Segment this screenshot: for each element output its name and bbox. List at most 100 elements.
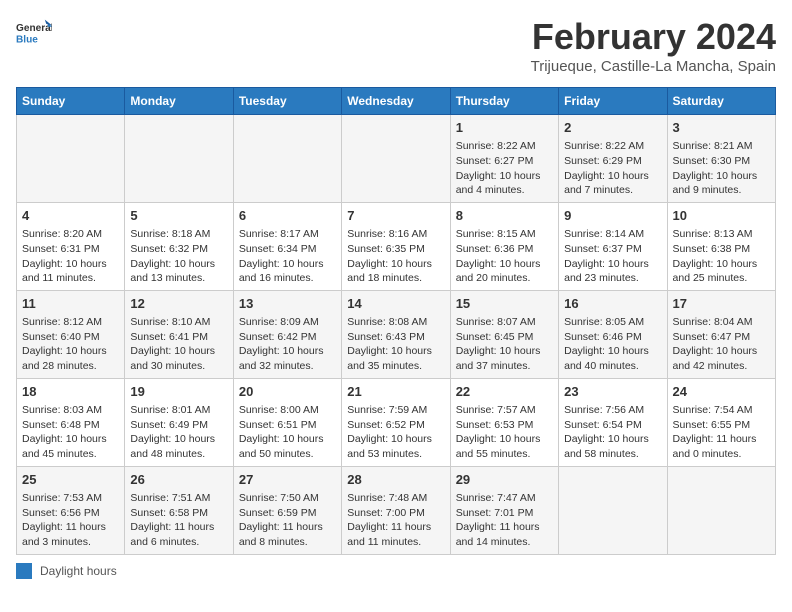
day-info: Sunrise: 8:00 AMSunset: 6:51 PMDaylight:… (239, 403, 336, 462)
day-number: 26 (130, 471, 227, 489)
calendar-cell: 12Sunrise: 8:10 AMSunset: 6:41 PMDayligh… (125, 290, 233, 378)
calendar-cell (342, 115, 450, 203)
calendar-cell: 18 Sunrise: 8:03 AMSunset: 6:48 PMDayligh… (17, 378, 125, 466)
column-header-saturday: Saturday (667, 88, 775, 115)
calendar-cell: 2 Sunrise: 8:22 AMSunset: 6:29 PMDaylight… (559, 115, 667, 203)
day-info: Sunrise: 7:51 AMSunset: 6:58 PMDaylight:… (130, 491, 227, 550)
day-number: 18 (22, 383, 119, 401)
day-info: Sunrise: 8:22 AMSunset: 6:27 PMDaylight:… (456, 139, 553, 198)
title-area: February 2024 Trijueque, Castille-La Man… (531, 16, 776, 75)
calendar-cell: 19 Sunrise: 8:01 AMSunset: 6:49 PMDayligh… (125, 378, 233, 466)
day-info: Sunrise: 7:48 AMSunset: 7:00 PMDaylight:… (347, 491, 444, 550)
day-info: Sunrise: 8:18 AMSunset: 6:32 PMDaylight:… (130, 227, 227, 286)
day-info: Sunrise: 7:54 AMSunset: 6:55 PMDaylight:… (673, 403, 770, 462)
calendar-cell: 9Sunrise: 8:14 AMSunset: 6:37 PMDaylight… (559, 202, 667, 290)
day-info: Sunrise: 7:56 AMSunset: 6:54 PMDaylight:… (564, 403, 661, 462)
day-number: 1 (456, 119, 553, 137)
logo: General Blue (16, 16, 52, 52)
column-header-wednesday: Wednesday (342, 88, 450, 115)
column-header-tuesday: Tuesday (233, 88, 341, 115)
svg-text:Blue: Blue (16, 35, 38, 46)
day-info: Sunrise: 8:20 AMSunset: 6:31 PMDaylight:… (22, 227, 119, 286)
logo-bird-icon: General Blue (16, 16, 52, 52)
calendar-cell: 14 Sunrise: 8:08 AMSunset: 6:43 PMDayligh… (342, 290, 450, 378)
day-number: 4 (22, 207, 119, 225)
calendar-cell (17, 115, 125, 203)
svg-text:General: General (16, 23, 52, 34)
calendar-cell: 25 Sunrise: 7:53 AMSunset: 6:56 PMDayligh… (17, 466, 125, 554)
calendar-cell: 26 Sunrise: 7:51 AMSunset: 6:58 PMDayligh… (125, 466, 233, 554)
day-info: Sunrise: 8:05 AMSunset: 6:46 PMDaylight:… (564, 315, 661, 374)
day-number: 29 (456, 471, 553, 489)
day-info: Sunrise: 7:59 AMSunset: 6:52 PMDaylight:… (347, 403, 444, 462)
day-number: 3 (673, 119, 770, 137)
calendar-cell: 28 Sunrise: 7:48 AMSunset: 7:00 PMDayligh… (342, 466, 450, 554)
calendar-cell: 17Sunrise: 8:04 AMSunset: 6:47 PMDayligh… (667, 290, 775, 378)
calendar-cell (125, 115, 233, 203)
day-info: Sunrise: 7:53 AMSunset: 6:56 PMDaylight:… (22, 491, 119, 550)
calendar-cell: 3 Sunrise: 8:21 AMSunset: 6:30 PMDaylight… (667, 115, 775, 203)
day-number: 22 (456, 383, 553, 401)
day-number: 5 (130, 207, 227, 225)
day-number: 21 (347, 383, 444, 401)
day-number: 8 (456, 207, 553, 225)
calendar-week-4: 18 Sunrise: 8:03 AMSunset: 6:48 PMDayligh… (17, 378, 776, 466)
calendar-cell (233, 115, 341, 203)
calendar-cell: 27Sunrise: 7:50 AMSunset: 6:59 PMDayligh… (233, 466, 341, 554)
calendar-cell: 21 Sunrise: 7:59 AMSunset: 6:52 PMDayligh… (342, 378, 450, 466)
day-info: Sunrise: 8:07 AMSunset: 6:45 PMDaylight:… (456, 315, 553, 374)
calendar-cell: 4 Sunrise: 8:20 AMSunset: 6:31 PMDaylight… (17, 202, 125, 290)
calendar-table: SundayMondayTuesdayWednesdayThursdayFrid… (16, 87, 776, 555)
day-info: Sunrise: 8:03 AMSunset: 6:48 PMDaylight:… (22, 403, 119, 462)
day-number: 2 (564, 119, 661, 137)
day-info: Sunrise: 8:08 AMSunset: 6:43 PMDaylight:… (347, 315, 444, 374)
day-info: Sunrise: 8:16 AMSunset: 6:35 PMDaylight:… (347, 227, 444, 286)
footer: Daylight hours (16, 563, 776, 579)
month-title: February 2024 (531, 16, 776, 58)
day-info: Sunrise: 8:17 AMSunset: 6:34 PMDaylight:… (239, 227, 336, 286)
day-number: 7 (347, 207, 444, 225)
day-info: Sunrise: 8:21 AMSunset: 6:30 PMDaylight:… (673, 139, 770, 198)
day-info: Sunrise: 8:22 AMSunset: 6:29 PMDaylight:… (564, 139, 661, 198)
calendar-week-3: 11 Sunrise: 8:12 AMSunset: 6:40 PMDayligh… (17, 290, 776, 378)
day-number: 16 (564, 295, 661, 313)
calendar-cell: 10Sunrise: 8:13 AMSunset: 6:38 PMDayligh… (667, 202, 775, 290)
calendar-cell: 8 Sunrise: 8:15 AMSunset: 6:36 PMDaylight… (450, 202, 558, 290)
day-info: Sunrise: 8:04 AMSunset: 6:47 PMDaylight:… (673, 315, 770, 374)
day-number: 12 (130, 295, 227, 313)
calendar-cell (667, 466, 775, 554)
day-number: 14 (347, 295, 444, 313)
day-number: 11 (22, 295, 119, 313)
day-info: Sunrise: 7:50 AMSunset: 6:59 PMDaylight:… (239, 491, 336, 550)
day-number: 23 (564, 383, 661, 401)
day-number: 28 (347, 471, 444, 489)
day-number: 19 (130, 383, 227, 401)
calendar-cell: 29Sunrise: 7:47 AMSunset: 7:01 PMDayligh… (450, 466, 558, 554)
calendar-cell: 23 Sunrise: 7:56 AMSunset: 6:54 PMDayligh… (559, 378, 667, 466)
column-header-sunday: Sunday (17, 88, 125, 115)
calendar-cell: 1 Sunrise: 8:22 AMSunset: 6:27 PMDaylight… (450, 115, 558, 203)
day-info: Sunrise: 8:01 AMSunset: 6:49 PMDaylight:… (130, 403, 227, 462)
legend-label: Daylight hours (40, 564, 117, 578)
calendar-cell: 6Sunrise: 8:17 AMSunset: 6:34 PMDaylight… (233, 202, 341, 290)
day-number: 15 (456, 295, 553, 313)
column-header-thursday: Thursday (450, 88, 558, 115)
calendar-cell: 5 Sunrise: 8:18 AMSunset: 6:32 PMDaylight… (125, 202, 233, 290)
calendar-cell: 22 Sunrise: 7:57 AMSunset: 6:53 PMDayligh… (450, 378, 558, 466)
day-info: Sunrise: 8:15 AMSunset: 6:36 PMDaylight:… (456, 227, 553, 286)
calendar-week-5: 25 Sunrise: 7:53 AMSunset: 6:56 PMDayligh… (17, 466, 776, 554)
day-number: 25 (22, 471, 119, 489)
location-title: Trijueque, Castille-La Mancha, Spain (531, 58, 776, 75)
day-number: 20 (239, 383, 336, 401)
day-info: Sunrise: 7:57 AMSunset: 6:53 PMDaylight:… (456, 403, 553, 462)
day-number: 9 (564, 207, 661, 225)
day-number: 13 (239, 295, 336, 313)
calendar-week-1: 1 Sunrise: 8:22 AMSunset: 6:27 PMDaylight… (17, 115, 776, 203)
column-header-monday: Monday (125, 88, 233, 115)
column-header-friday: Friday (559, 88, 667, 115)
calendar-cell: 13Sunrise: 8:09 AMSunset: 6:42 PMDayligh… (233, 290, 341, 378)
calendar-cell: 16 Sunrise: 8:05 AMSunset: 6:46 PMDayligh… (559, 290, 667, 378)
header-row: SundayMondayTuesdayWednesdayThursdayFrid… (17, 88, 776, 115)
calendar-cell: 24Sunrise: 7:54 AMSunset: 6:55 PMDayligh… (667, 378, 775, 466)
day-info: Sunrise: 8:12 AMSunset: 6:40 PMDaylight:… (22, 315, 119, 374)
